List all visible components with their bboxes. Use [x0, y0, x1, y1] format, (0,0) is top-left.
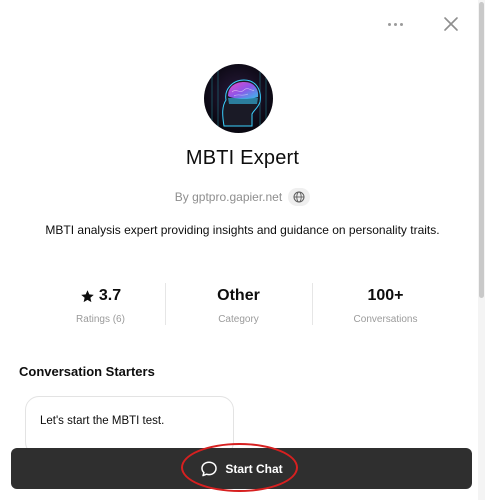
conversations-label: Conversations: [353, 314, 418, 325]
conversation-starter-card[interactable]: Let's start the MBTI test.: [25, 396, 234, 456]
website-link[interactable]: [288, 188, 311, 206]
conversations-value: 100+: [367, 287, 404, 304]
conversation-starters-heading: Conversation Starters: [19, 364, 155, 379]
rating-label: Ratings (6): [76, 314, 125, 325]
gpt-description: MBTI analysis expert providing insights …: [45, 223, 440, 237]
more-options-button[interactable]: [380, 14, 410, 34]
more-options-icon: [387, 22, 391, 26]
globe-icon: [293, 191, 305, 203]
category-label: Category: [218, 314, 259, 325]
star-icon: [81, 289, 94, 302]
rating-value: 3.7: [98, 287, 122, 304]
stat-divider: [165, 283, 166, 325]
category-value: Other: [217, 287, 260, 304]
close-icon: [444, 17, 458, 31]
chat-bubble-icon: [201, 460, 218, 476]
start-chat-label: Start Chat: [225, 461, 283, 476]
gpt-title: MBTI Expert: [185, 147, 300, 169]
start-chat-button[interactable]: Start Chat: [11, 448, 472, 489]
stat-rating: 3.7 Ratings (6): [38, 287, 163, 325]
author-text: By gptpro.gapier.net: [174, 190, 283, 204]
gpt-avatar: [204, 64, 273, 133]
close-button[interactable]: [440, 13, 462, 35]
stat-category: Other Category: [176, 287, 301, 325]
author-row: By gptpro.gapier.net: [0, 188, 485, 206]
stat-divider: [312, 283, 313, 325]
stat-conversations: 100+ Conversations: [323, 287, 448, 325]
